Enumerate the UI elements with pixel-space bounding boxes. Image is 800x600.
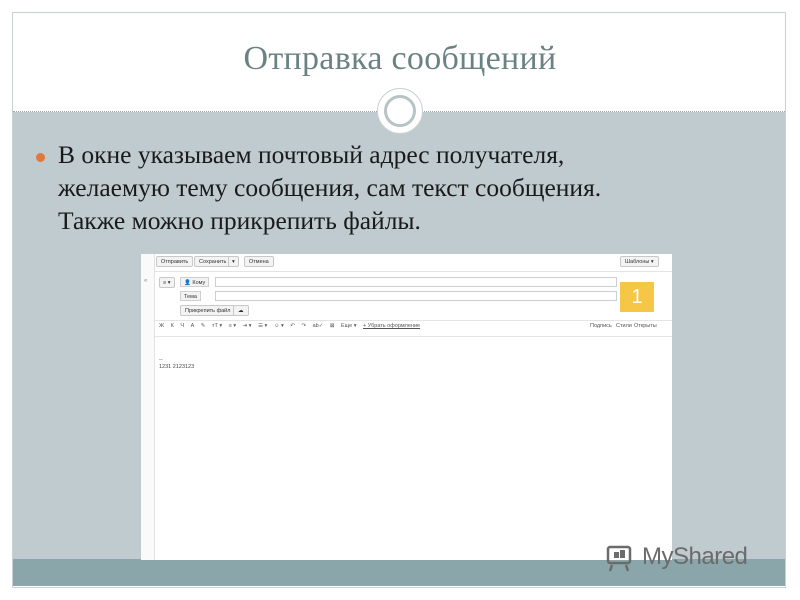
open-link[interactable]: Открыты	[634, 323, 657, 333]
align-icon[interactable]: ≡ ▾	[229, 323, 237, 329]
save-button[interactable]: Сохранить	[194, 256, 232, 267]
bullet-icon	[36, 153, 45, 162]
watermark: MyShared	[606, 540, 748, 574]
italic-icon[interactable]: К	[171, 323, 174, 329]
to-label[interactable]: 👤 Кому	[180, 277, 210, 287]
user-icon: 👤	[184, 280, 191, 286]
slide: Отправка сообщений В окне указываем почт…	[0, 0, 800, 600]
mail-compose-screenshot: « Отправить Сохранить ▾ Отмена Шаблоны ▾…	[141, 254, 672, 560]
collapse-icon[interactable]: «	[144, 278, 147, 284]
signature-link[interactable]: Подпись	[590, 323, 612, 333]
cloud-icon[interactable]: ☁	[233, 305, 249, 316]
signature-separator: --	[159, 357, 163, 363]
styles-link[interactable]: Стили	[616, 323, 632, 333]
divider-ornament-ring	[384, 95, 416, 127]
list-icon[interactable]: ☰ ▾	[258, 323, 267, 329]
signature-text: 1231 2123123	[159, 364, 195, 370]
more-button[interactable]: Еще ▾	[341, 323, 356, 329]
bullet-text: В окне указываем почтовый адрес получате…	[58, 138, 778, 237]
compose-divider	[155, 320, 672, 321]
bullet-line: В окне указываем почтовый адрес получате…	[58, 140, 565, 169]
format-toolbar: Ж К Ч A ✎ тТ ▾ ≡ ▾ ⇥ ▾ ☰ ▾ ☺ ▾ ↶ ↷ ab✓ ⊠…	[159, 323, 659, 333]
highlight-icon[interactable]: ✎	[201, 323, 206, 329]
mail-left-bar: «	[141, 254, 155, 560]
bullet-line: желаемую тему сообщения, сам текст сообщ…	[58, 173, 602, 202]
remove-formatting-link[interactable]: + Убрать оформление	[363, 323, 420, 329]
attach-file-button[interactable]: Прикрепить файл	[180, 305, 236, 316]
cancel-button[interactable]: Отмена	[244, 256, 274, 267]
subject-label: Тема	[180, 291, 201, 301]
clear-icon[interactable]: ⊠	[330, 323, 335, 329]
undo-icon[interactable]: ↶	[290, 323, 295, 329]
subject-input[interactable]	[215, 291, 617, 301]
emoji-icon[interactable]: ☺ ▾	[274, 323, 284, 329]
message-body[interactable]: -- 1231 2123123	[159, 357, 194, 371]
from-toggle[interactable]: ≡ ▾	[159, 277, 175, 288]
templates-button[interactable]: Шаблоны ▾	[620, 256, 659, 267]
editor-divider	[155, 336, 672, 337]
bold-icon[interactable]: Ж	[159, 323, 164, 329]
send-button[interactable]: Отправить	[156, 256, 194, 267]
text-color-icon[interactable]: A	[191, 323, 195, 329]
toolbar-divider	[155, 271, 672, 272]
underline-icon[interactable]: Ч	[180, 323, 184, 329]
indent-icon[interactable]: ⇥ ▾	[243, 323, 252, 329]
watermark-text: MyShared	[642, 543, 748, 570]
redo-icon[interactable]: ↷	[301, 323, 306, 329]
watermark-logo-icon	[606, 543, 636, 572]
to-label-text: Кому	[192, 280, 206, 286]
bullet-line: Также можно прикрепить файлы.	[58, 206, 421, 235]
to-input[interactable]	[215, 277, 617, 287]
spellcheck-icon[interactable]: ab✓	[313, 323, 324, 329]
step-badge: 1	[620, 282, 654, 312]
font-size-icon[interactable]: тТ ▾	[212, 323, 222, 329]
slide-title: Отправка сообщений	[243, 40, 557, 77]
save-dropdown-icon[interactable]: ▾	[228, 256, 239, 267]
